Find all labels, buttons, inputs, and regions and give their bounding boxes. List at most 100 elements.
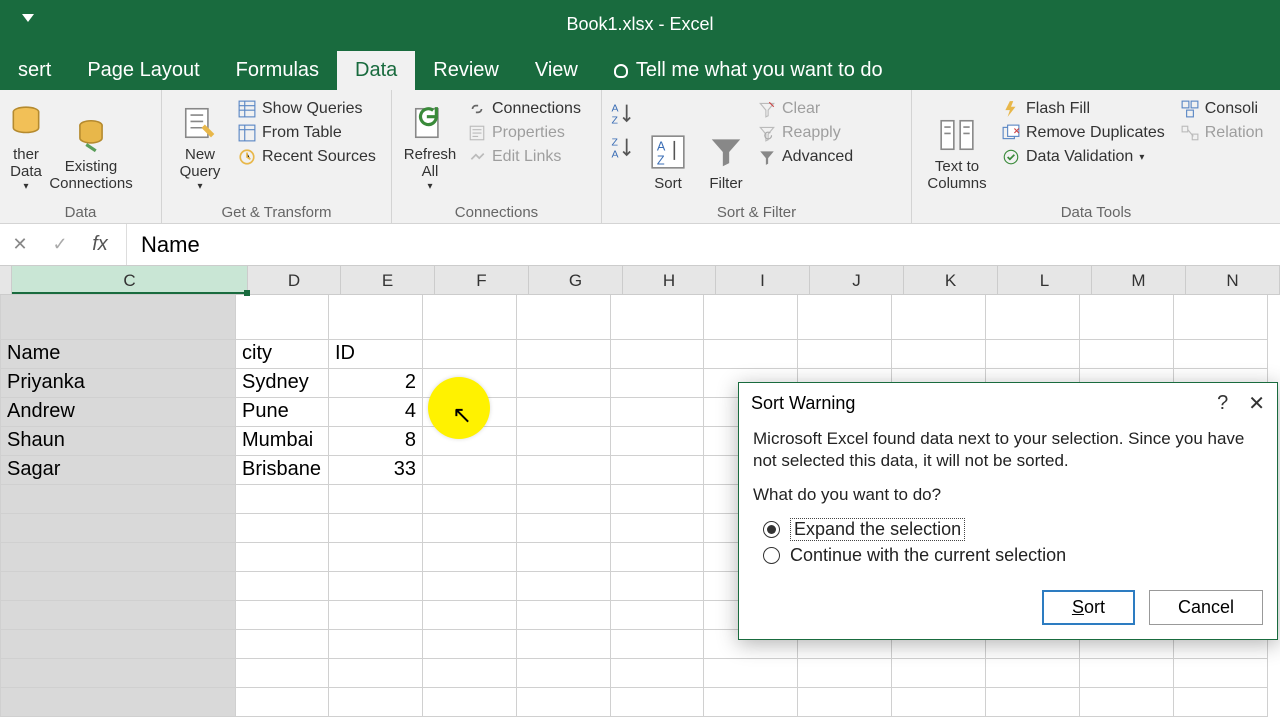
cell[interactable]: city <box>236 340 329 369</box>
cell[interactable] <box>423 514 517 543</box>
formula-input[interactable]: Name <box>126 224 1280 265</box>
cell[interactable] <box>611 543 704 572</box>
cell[interactable] <box>329 514 423 543</box>
cell[interactable] <box>1080 659 1174 688</box>
col-header-g[interactable]: G <box>529 266 623 294</box>
cell[interactable] <box>798 688 892 717</box>
cell[interactable] <box>611 369 704 398</box>
cell[interactable] <box>0 601 236 630</box>
cell[interactable] <box>329 688 423 717</box>
col-header-n[interactable]: N <box>1186 266 1280 294</box>
cell[interactable]: Andrew <box>0 398 236 427</box>
recent-sources-button[interactable]: Recent Sources <box>238 148 376 166</box>
cell[interactable] <box>236 572 329 601</box>
cell[interactable] <box>798 295 892 340</box>
cell[interactable]: 2 <box>329 369 423 398</box>
cell[interactable] <box>329 543 423 572</box>
cell[interactable]: ID <box>329 340 423 369</box>
col-header-k[interactable]: K <box>904 266 998 294</box>
col-header-e[interactable]: E <box>341 266 435 294</box>
enter-formula-button[interactable]: ✓ <box>46 234 74 255</box>
cell[interactable] <box>329 601 423 630</box>
cell[interactable] <box>423 688 517 717</box>
cell[interactable] <box>236 688 329 717</box>
cell[interactable] <box>329 485 423 514</box>
cell[interactable] <box>517 295 611 340</box>
cell[interactable] <box>704 659 798 688</box>
cell[interactable]: Brisbane <box>236 456 329 485</box>
cell[interactable] <box>517 398 611 427</box>
cell[interactable] <box>423 659 517 688</box>
existing-connections-button[interactable]: Existing Connections <box>52 96 130 196</box>
cell[interactable]: Priyanka <box>0 369 236 398</box>
cell[interactable] <box>236 601 329 630</box>
cell[interactable] <box>611 295 704 340</box>
cell[interactable] <box>423 630 517 659</box>
cell[interactable] <box>236 295 329 340</box>
cell[interactable] <box>0 659 236 688</box>
new-query-button[interactable]: New Query ▾ <box>168 96 232 196</box>
cell[interactable] <box>1174 340 1268 369</box>
cell[interactable] <box>611 630 704 659</box>
tab-view[interactable]: View <box>517 51 596 90</box>
qat-dropdown-icon[interactable] <box>22 14 34 22</box>
flash-fill-button[interactable]: Flash Fill <box>1002 100 1165 118</box>
remove-duplicates-button[interactable]: Remove Duplicates <box>1002 124 1165 142</box>
cell[interactable] <box>517 543 611 572</box>
consolidate-button[interactable]: Consoli <box>1181 100 1264 118</box>
cell[interactable] <box>1174 688 1268 717</box>
clear-button[interactable]: Clear <box>758 100 853 118</box>
cell[interactable] <box>892 340 986 369</box>
cell[interactable]: 4 <box>329 398 423 427</box>
cell[interactable] <box>1080 340 1174 369</box>
col-header-h[interactable]: H <box>623 266 716 294</box>
cell[interactable] <box>517 514 611 543</box>
cell[interactable] <box>517 456 611 485</box>
cell[interactable] <box>611 340 704 369</box>
relationships-button[interactable]: Relation <box>1181 124 1264 142</box>
cell[interactable] <box>892 688 986 717</box>
cell[interactable] <box>423 601 517 630</box>
col-header-j[interactable]: J <box>810 266 904 294</box>
radio-continue-current[interactable]: Continue with the current selection <box>763 545 1263 566</box>
cell[interactable] <box>329 295 423 340</box>
cell[interactable] <box>0 485 236 514</box>
cell[interactable] <box>517 485 611 514</box>
data-validation-button[interactable]: Data Validation ▾ <box>1002 148 1165 166</box>
cell[interactable] <box>986 295 1080 340</box>
text-to-columns-button[interactable]: Text to Columns <box>918 96 996 196</box>
reapply-button[interactable]: Reapply <box>758 124 853 142</box>
cell[interactable] <box>517 369 611 398</box>
cell[interactable] <box>517 572 611 601</box>
cell[interactable] <box>517 601 611 630</box>
cell[interactable] <box>704 295 798 340</box>
cell[interactable] <box>611 456 704 485</box>
cell[interactable] <box>986 340 1080 369</box>
cell[interactable] <box>986 688 1080 717</box>
fx-button[interactable]: fx <box>86 233 114 256</box>
cell[interactable] <box>236 485 329 514</box>
cancel-formula-button[interactable]: ✕ <box>6 234 34 255</box>
filter-button[interactable]: Filter <box>700 96 752 196</box>
cell[interactable] <box>892 295 986 340</box>
cell[interactable] <box>611 427 704 456</box>
cell[interactable] <box>423 543 517 572</box>
cell[interactable] <box>517 427 611 456</box>
cell[interactable] <box>423 485 517 514</box>
cell[interactable] <box>0 688 236 717</box>
cell[interactable] <box>611 485 704 514</box>
cell[interactable] <box>517 340 611 369</box>
cell[interactable] <box>0 295 236 340</box>
col-header-d[interactable]: D <box>248 266 341 294</box>
cell[interactable]: Shaun <box>0 427 236 456</box>
cell[interactable] <box>798 659 892 688</box>
cell[interactable] <box>423 572 517 601</box>
cell[interactable] <box>423 456 517 485</box>
properties-button[interactable]: Properties <box>468 124 581 142</box>
cancel-button[interactable]: Cancel <box>1149 590 1263 625</box>
cell[interactable] <box>1080 295 1174 340</box>
cell[interactable] <box>986 659 1080 688</box>
cell[interactable] <box>517 688 611 717</box>
cell[interactable] <box>1174 659 1268 688</box>
cell[interactable] <box>611 659 704 688</box>
